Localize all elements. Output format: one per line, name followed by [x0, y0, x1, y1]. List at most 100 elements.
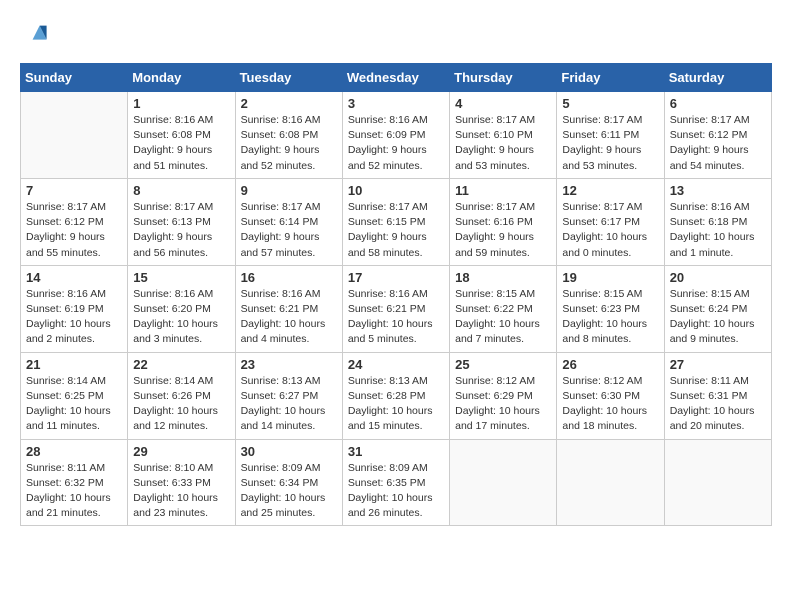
day-number: 7: [26, 183, 122, 198]
day-info: Sunrise: 8:11 AMSunset: 6:32 PMDaylight:…: [26, 461, 122, 522]
day-info: Sunrise: 8:14 AMSunset: 6:25 PMDaylight:…: [26, 374, 122, 435]
calendar-cell: 18 Sunrise: 8:15 AMSunset: 6:22 PMDayligh…: [450, 265, 557, 352]
calendar-cell: [450, 439, 557, 526]
calendar-cell: 3 Sunrise: 8:16 AMSunset: 6:09 PMDaylight…: [342, 92, 449, 179]
day-info: Sunrise: 8:16 AMSunset: 6:09 PMDaylight:…: [348, 113, 444, 174]
day-number: 31: [348, 444, 444, 459]
calendar-cell: 5Sunrise: 8:17 AMSunset: 6:11 PMDaylight…: [557, 92, 664, 179]
day-number: 29: [133, 444, 229, 459]
calendar-cell: 4 Sunrise: 8:17 AMSunset: 6:10 PMDaylight…: [450, 92, 557, 179]
day-number: 22: [133, 357, 229, 372]
calendar-cell: [557, 439, 664, 526]
day-number: 6: [670, 96, 766, 111]
calendar-header-row: Sunday Monday Tuesday Wednesday Thursday…: [21, 64, 772, 92]
day-info: Sunrise: 8:16 AMSunset: 6:19 PMDaylight:…: [26, 287, 122, 348]
calendar-cell: 22 Sunrise: 8:14 AMSunset: 6:26 PMDayligh…: [128, 352, 235, 439]
day-number: 26: [562, 357, 658, 372]
logo: [20, 20, 52, 48]
calendar-week-row: 21 Sunrise: 8:14 AMSunset: 6:25 PMDayligh…: [21, 352, 772, 439]
day-info: Sunrise: 8:10 AMSunset: 6:33 PMDaylight:…: [133, 461, 229, 522]
calendar-cell: [664, 439, 771, 526]
calendar-table: Sunday Monday Tuesday Wednesday Thursday…: [20, 63, 772, 526]
day-info: Sunrise: 8:17 AMSunset: 6:12 PMDaylight:…: [26, 200, 122, 261]
day-info: Sunrise: 8:17 AMSunset: 6:16 PMDaylight:…: [455, 200, 551, 261]
calendar-cell: 10 Sunrise: 8:17 AMSunset: 6:15 PMDayligh…: [342, 178, 449, 265]
calendar-cell: 12 Sunrise: 8:17 AMSunset: 6:17 PMDayligh…: [557, 178, 664, 265]
day-number: 1: [133, 96, 229, 111]
day-number: 17: [348, 270, 444, 285]
day-number: 11: [455, 183, 551, 198]
day-info: Sunrise: 8:15 AMSunset: 6:23 PMDaylight:…: [562, 287, 658, 348]
header-wednesday: Wednesday: [342, 64, 449, 92]
header-friday: Friday: [557, 64, 664, 92]
day-number: 25: [455, 357, 551, 372]
calendar-cell: 15Sunrise: 8:16 AMSunset: 6:20 PMDayligh…: [128, 265, 235, 352]
day-number: 28: [26, 444, 122, 459]
calendar-cell: 16Sunrise: 8:16 AMSunset: 6:21 PMDayligh…: [235, 265, 342, 352]
day-number: 9: [241, 183, 337, 198]
day-info: Sunrise: 8:09 AMSunset: 6:34 PMDaylight:…: [241, 461, 337, 522]
day-number: 10: [348, 183, 444, 198]
day-info: Sunrise: 8:13 AMSunset: 6:27 PMDaylight:…: [241, 374, 337, 435]
day-number: 2: [241, 96, 337, 111]
calendar-cell: 31 Sunrise: 8:09 AMSunset: 6:35 PMDayligh…: [342, 439, 449, 526]
calendar-cell: 11 Sunrise: 8:17 AMSunset: 6:16 PMDayligh…: [450, 178, 557, 265]
calendar-week-row: 1 Sunrise: 8:16 AMSunset: 6:08 PMDaylight…: [21, 92, 772, 179]
day-info: Sunrise: 8:15 AMSunset: 6:24 PMDaylight:…: [670, 287, 766, 348]
calendar-cell: 6Sunrise: 8:17 AMSunset: 6:12 PMDaylight…: [664, 92, 771, 179]
page-header: [20, 20, 772, 48]
day-info: Sunrise: 8:17 AMSunset: 6:14 PMDaylight:…: [241, 200, 337, 261]
calendar-cell: 24 Sunrise: 8:13 AMSunset: 6:28 PMDayligh…: [342, 352, 449, 439]
calendar-cell: 14 Sunrise: 8:16 AMSunset: 6:19 PMDayligh…: [21, 265, 128, 352]
day-info: Sunrise: 8:13 AMSunset: 6:28 PMDaylight:…: [348, 374, 444, 435]
day-info: Sunrise: 8:15 AMSunset: 6:22 PMDaylight:…: [455, 287, 551, 348]
day-info: Sunrise: 8:17 AMSunset: 6:10 PMDaylight:…: [455, 113, 551, 174]
day-number: 30: [241, 444, 337, 459]
calendar-week-row: 7 Sunrise: 8:17 AMSunset: 6:12 PMDaylight…: [21, 178, 772, 265]
calendar-cell: 21 Sunrise: 8:14 AMSunset: 6:25 PMDayligh…: [21, 352, 128, 439]
calendar-cell: 29 Sunrise: 8:10 AMSunset: 6:33 PMDayligh…: [128, 439, 235, 526]
logo-icon: [20, 20, 48, 48]
calendar-cell: 20 Sunrise: 8:15 AMSunset: 6:24 PMDayligh…: [664, 265, 771, 352]
calendar-cell: 7 Sunrise: 8:17 AMSunset: 6:12 PMDaylight…: [21, 178, 128, 265]
day-number: 24: [348, 357, 444, 372]
day-info: Sunrise: 8:12 AMSunset: 6:29 PMDaylight:…: [455, 374, 551, 435]
day-number: 23: [241, 357, 337, 372]
header-saturday: Saturday: [664, 64, 771, 92]
header-monday: Monday: [128, 64, 235, 92]
day-info: Sunrise: 8:12 AMSunset: 6:30 PMDaylight:…: [562, 374, 658, 435]
day-number: 3: [348, 96, 444, 111]
day-number: 18: [455, 270, 551, 285]
day-info: Sunrise: 8:14 AMSunset: 6:26 PMDaylight:…: [133, 374, 229, 435]
day-info: Sunrise: 8:11 AMSunset: 6:31 PMDaylight:…: [670, 374, 766, 435]
calendar-cell: 8Sunrise: 8:17 AMSunset: 6:13 PMDaylight…: [128, 178, 235, 265]
day-number: 19: [562, 270, 658, 285]
day-info: Sunrise: 8:09 AMSunset: 6:35 PMDaylight:…: [348, 461, 444, 522]
header-thursday: Thursday: [450, 64, 557, 92]
day-info: Sunrise: 8:17 AMSunset: 6:17 PMDaylight:…: [562, 200, 658, 261]
calendar-cell: 9 Sunrise: 8:17 AMSunset: 6:14 PMDaylight…: [235, 178, 342, 265]
day-number: 5: [562, 96, 658, 111]
header-sunday: Sunday: [21, 64, 128, 92]
calendar-cell: 13Sunrise: 8:16 AMSunset: 6:18 PMDayligh…: [664, 178, 771, 265]
calendar-cell: 2 Sunrise: 8:16 AMSunset: 6:08 PMDaylight…: [235, 92, 342, 179]
calendar-cell: 17 Sunrise: 8:16 AMSunset: 6:21 PMDayligh…: [342, 265, 449, 352]
day-number: 12: [562, 183, 658, 198]
day-number: 14: [26, 270, 122, 285]
calendar-cell: 23 Sunrise: 8:13 AMSunset: 6:27 PMDayligh…: [235, 352, 342, 439]
calendar-cell: 25 Sunrise: 8:12 AMSunset: 6:29 PMDayligh…: [450, 352, 557, 439]
day-number: 21: [26, 357, 122, 372]
day-number: 20: [670, 270, 766, 285]
day-number: 15: [133, 270, 229, 285]
header-tuesday: Tuesday: [235, 64, 342, 92]
day-number: 8: [133, 183, 229, 198]
day-info: Sunrise: 8:16 AMSunset: 6:08 PMDaylight:…: [133, 113, 229, 174]
calendar-cell: 30 Sunrise: 8:09 AMSunset: 6:34 PMDayligh…: [235, 439, 342, 526]
day-number: 16: [241, 270, 337, 285]
day-info: Sunrise: 8:17 AMSunset: 6:15 PMDaylight:…: [348, 200, 444, 261]
calendar-cell: 1 Sunrise: 8:16 AMSunset: 6:08 PMDaylight…: [128, 92, 235, 179]
day-number: 4: [455, 96, 551, 111]
day-info: Sunrise: 8:16 AMSunset: 6:08 PMDaylight:…: [241, 113, 337, 174]
day-number: 13: [670, 183, 766, 198]
day-info: Sunrise: 8:16 AMSunset: 6:21 PMDaylight:…: [348, 287, 444, 348]
